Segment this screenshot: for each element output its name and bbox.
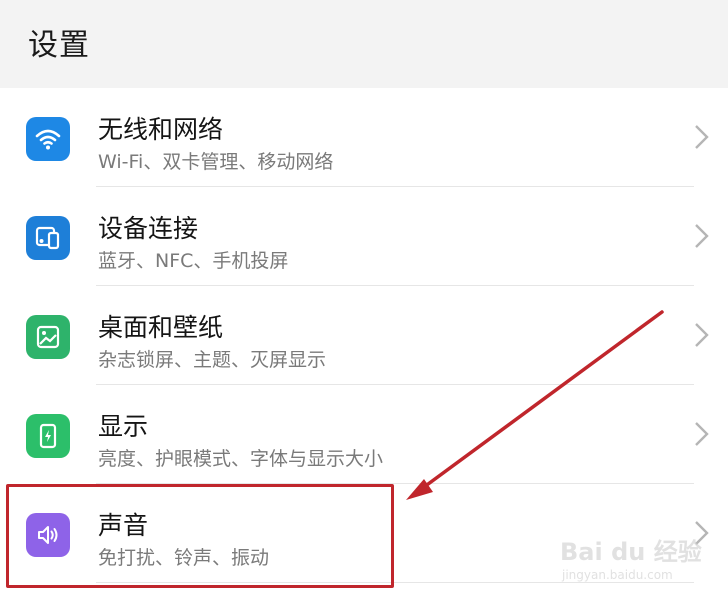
page-title: 设置	[28, 28, 90, 63]
chevron-right-icon	[695, 422, 709, 446]
settings-item-wireless-network[interactable]: 无线和网络 Wi-Fi、双卡管理、移动网络	[0, 88, 728, 187]
device-connection-icon	[26, 216, 70, 260]
settings-item-display[interactable]: 显示 亮度、护眼模式、字体与显示大小	[0, 385, 728, 484]
wifi-icon	[26, 117, 70, 161]
chevron-right-icon	[695, 323, 709, 347]
settings-item-subtitle: Wi-Fi、双卡管理、移动网络	[98, 151, 334, 173]
display-brightness-icon	[26, 414, 70, 458]
chevron-right-icon	[695, 125, 709, 149]
settings-item-title: 无线和网络	[98, 115, 224, 144]
settings-header: 设置	[0, 0, 728, 88]
wallpaper-icon	[26, 315, 70, 359]
settings-item-desktop-wallpaper[interactable]: 桌面和壁纸 杂志锁屏、主题、灭屏显示	[0, 286, 728, 385]
settings-item-subtitle: 亮度、护眼模式、字体与显示大小	[98, 448, 384, 470]
settings-item-subtitle: 蓝牙、NFC、手机投屏	[98, 250, 289, 272]
settings-item-title: 设备连接	[98, 214, 199, 243]
baidu-jingyan-watermark: Bai du 经验 jingyan.baidu.com	[560, 530, 720, 590]
settings-item-subtitle: 杂志锁屏、主题、灭屏显示	[98, 349, 327, 371]
watermark-brand: Bai du 经验	[560, 538, 702, 566]
annotation-highlight-box	[6, 484, 394, 588]
settings-item-device-connection[interactable]: 设备连接 蓝牙、NFC、手机投屏	[0, 187, 728, 286]
settings-item-title: 桌面和壁纸	[98, 313, 224, 342]
settings-item-title: 显示	[98, 412, 149, 441]
watermark-url: jingyan.baidu.com	[562, 568, 673, 582]
chevron-right-icon	[695, 224, 709, 248]
